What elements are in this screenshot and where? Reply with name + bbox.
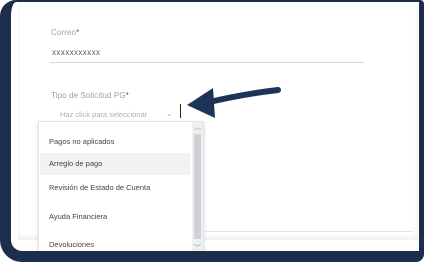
- screenshot-frame: [0, 0, 424, 262]
